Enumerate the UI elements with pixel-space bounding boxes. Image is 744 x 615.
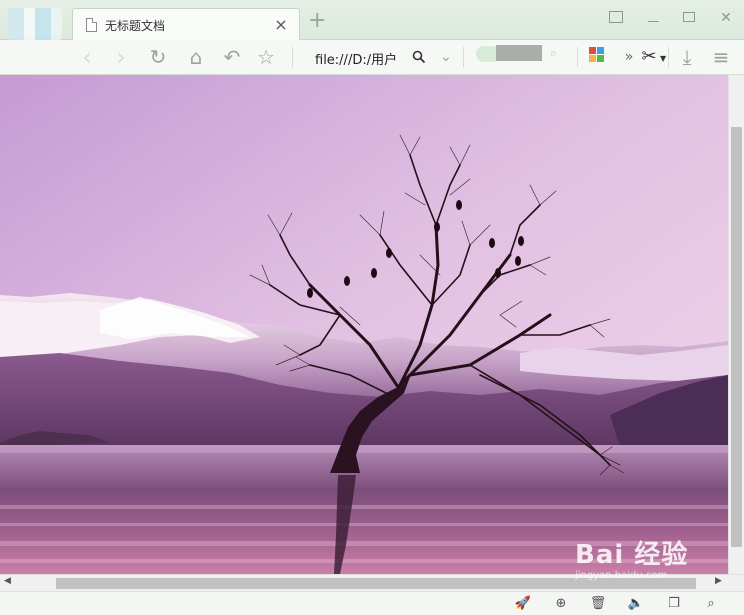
page-content-image xyxy=(0,75,728,574)
browser-logo xyxy=(8,8,62,40)
divider xyxy=(668,47,669,67)
speaker-icon[interactable]: 🔈 xyxy=(627,595,645,613)
forward-button[interactable]: › xyxy=(108,44,134,70)
new-tab-button[interactable]: + xyxy=(308,8,326,34)
app-center-icon[interactable] xyxy=(589,47,605,63)
scroll-left-arrow-icon[interactable]: ◀ xyxy=(4,576,11,586)
divider xyxy=(292,47,293,67)
search-icon: ⌕ xyxy=(550,46,557,60)
watermark-logo: Bai 经验 jingyan.baidu.com xyxy=(575,534,689,581)
maximize-button[interactable] xyxy=(679,8,699,28)
plus-circle-icon[interactable]: ⊕ xyxy=(552,595,570,613)
nav-toolbar: ‹ › ↻ ⌂ ↶ ☆ file:///D:/用户 ⌄ ⌕ » ✂ ⤓ ≡ xyxy=(0,40,744,75)
tab-title: 无标题文档 xyxy=(105,19,166,33)
undo-close-tab-button[interactable]: ↶ xyxy=(219,44,245,70)
divider xyxy=(463,47,464,67)
address-bar[interactable]: file:///D:/用户 xyxy=(315,49,397,68)
document-icon xyxy=(86,18,97,32)
window-icon[interactable]: ❐ xyxy=(665,595,683,613)
address-dropdown-button[interactable]: ⌄ xyxy=(433,44,459,70)
watermark-brand: Bai 经验 xyxy=(575,540,689,570)
zoom-icon[interactable] xyxy=(406,44,432,70)
tab-active[interactable]: 无标题文档 × xyxy=(72,8,300,40)
minimize-button[interactable] xyxy=(643,8,663,28)
skin-icon[interactable] xyxy=(606,8,626,28)
browser-window: 无标题文档 × + ✕ ‹ › ↻ ⌂ ↶ ☆ file:///D:/用户 ⌄ … xyxy=(0,0,744,615)
chevron-down-icon[interactable]: ▼ xyxy=(660,54,666,63)
vertical-scrollbar[interactable] xyxy=(728,75,744,574)
tab-close-button[interactable]: × xyxy=(273,15,289,34)
rocket-icon[interactable]: 🚀 xyxy=(514,595,532,613)
tab-strip: 无标题文档 × + ✕ xyxy=(0,0,744,40)
search-box[interactable]: ⌕ xyxy=(476,44,566,64)
status-bar: 🚀 ⊕ 🗑 🔈 ❐ ⌕ xyxy=(0,591,744,615)
menu-button[interactable]: ≡ xyxy=(708,44,734,70)
search-icon[interactable]: ⌕ xyxy=(702,595,720,613)
back-button[interactable]: ‹ xyxy=(74,44,100,70)
scroll-right-arrow-icon[interactable]: ▶ xyxy=(715,576,722,586)
trash-icon[interactable]: 🗑 xyxy=(589,595,607,613)
download-button[interactable]: ⤓ xyxy=(674,44,700,70)
close-window-button[interactable]: ✕ xyxy=(716,8,736,28)
watermark-url: jingyan.baidu.com xyxy=(575,570,668,581)
vertical-scroll-thumb[interactable] xyxy=(731,127,742,547)
screenshot-scissors-button[interactable]: ✂ xyxy=(636,44,662,70)
bookmark-star-button[interactable]: ☆ xyxy=(253,44,279,70)
home-button[interactable]: ⌂ xyxy=(183,44,209,70)
divider xyxy=(577,47,578,67)
reload-button[interactable]: ↻ xyxy=(145,44,171,70)
